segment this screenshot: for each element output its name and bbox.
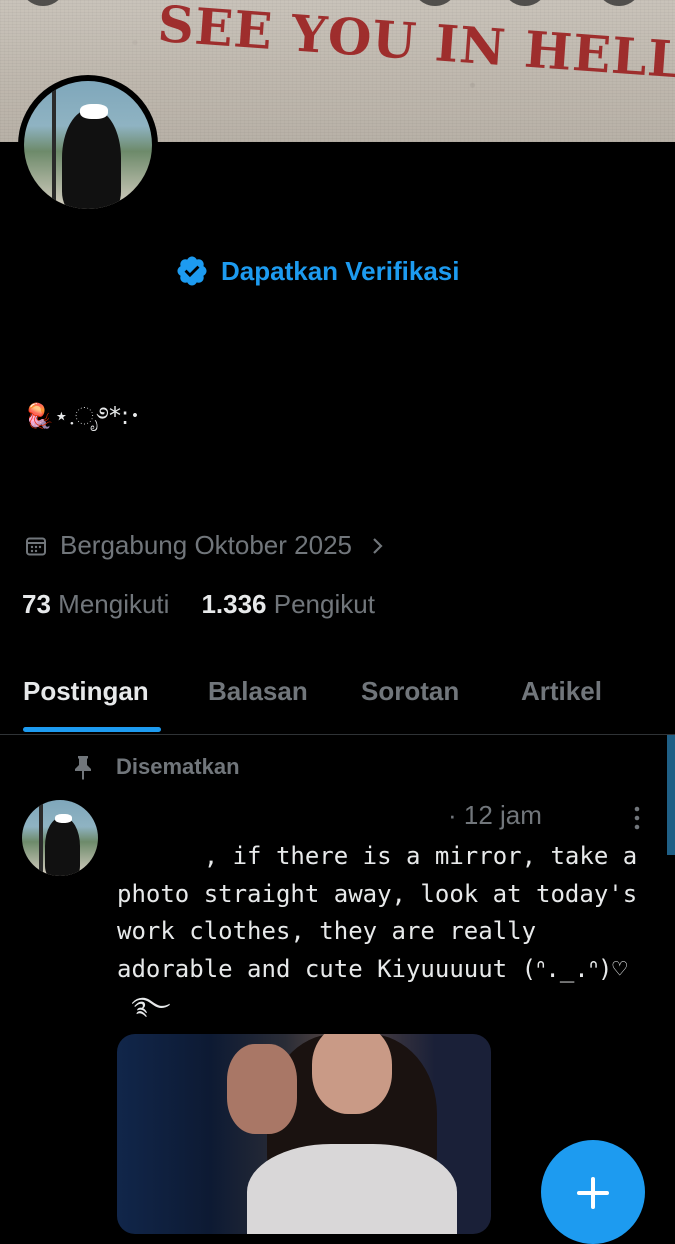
media-figure-hand [227, 1044, 297, 1134]
verified-badge-icon [177, 256, 207, 286]
tab-highlights[interactable]: Sorotan [361, 676, 459, 707]
calendar-icon [26, 537, 46, 555]
media-figure-shirt [247, 1144, 457, 1234]
pin-icon [75, 756, 91, 780]
following-count: 73 [22, 589, 51, 619]
post-timestamp[interactable]: · 12 jam [448, 800, 542, 831]
plus-icon [577, 1177, 609, 1209]
avatar-bow [80, 104, 109, 120]
followers-link[interactable]: 1.336 Pengikut [201, 589, 375, 620]
get-verified-link[interactable]: Dapatkan Verifikasi [175, 254, 459, 288]
post-media-image[interactable] [117, 1034, 491, 1234]
avatar-figure [44, 816, 80, 876]
active-tab-indicator [23, 727, 161, 732]
get-verified-label: Dapatkan Verifikasi [221, 255, 460, 286]
scrollbar[interactable] [667, 735, 675, 855]
profile-tabs: Postingan Balasan Sorotan Artikel [0, 660, 675, 735]
following-label: Mengikuti [58, 589, 170, 619]
followers-count: 1.336 [201, 589, 267, 619]
compose-button[interactable] [541, 1140, 645, 1244]
more-vertical-icon[interactable] [628, 804, 646, 832]
tab-posts[interactable]: Postingan [23, 676, 149, 707]
window-frame [52, 81, 57, 209]
tab-replies[interactable]: Balasan [208, 676, 308, 707]
following-link[interactable]: 73 Mengikuti [22, 589, 169, 620]
avatar-figure [62, 109, 122, 209]
follow-stats: 73 Mengikuti 1.336 Pengikut [22, 589, 375, 620]
post-author-avatar[interactable] [22, 800, 98, 876]
tab-articles[interactable]: Artikel [521, 676, 602, 707]
post-text: , if there is a mirror, take a photo str… [117, 842, 638, 1020]
avatar-image [24, 81, 152, 209]
pinned-label: Disematkan [116, 754, 240, 779]
followers-label: Pengikut [273, 589, 375, 619]
profile-bio: 🪼⋆.ೃ࿔*:･ [24, 402, 142, 430]
profile-avatar[interactable] [18, 75, 158, 215]
avatar-bow [55, 813, 73, 823]
joined-date-row[interactable]: Bergabung Oktober 2025 [24, 530, 386, 561]
joined-date-text: Bergabung Oktober 2025 [60, 530, 352, 560]
pinned-label-row: Disematkan [72, 754, 240, 780]
window-frame [38, 800, 43, 876]
chevron-right-icon [373, 537, 383, 554]
media-figure-face [312, 1034, 392, 1114]
